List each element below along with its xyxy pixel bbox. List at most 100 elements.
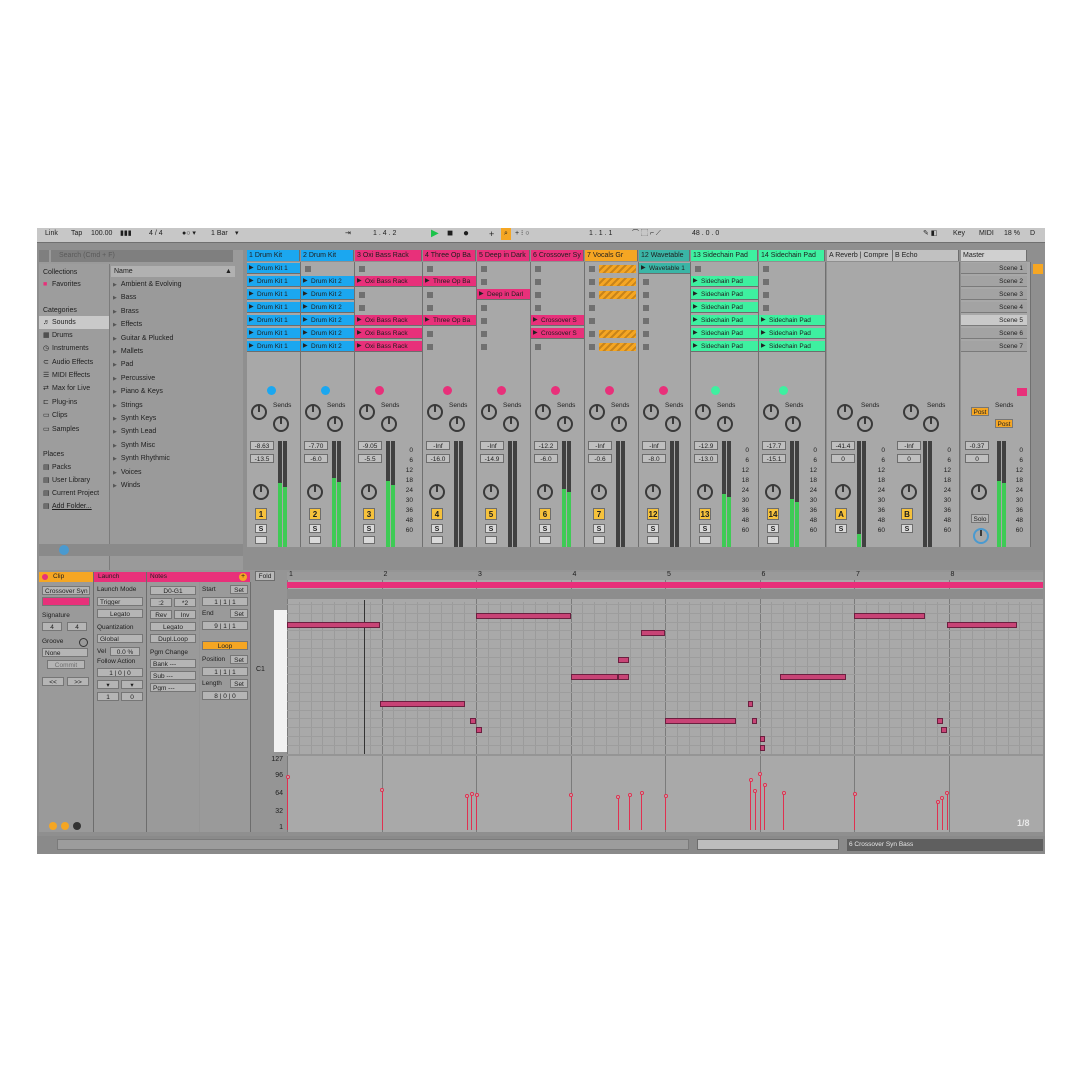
- loop-start-field[interactable]: 1 . 1 . 1: [589, 228, 612, 240]
- velocity-handle[interactable]: [781, 790, 786, 795]
- clip-stop-button[interactable]: [535, 292, 541, 298]
- halve-length-button[interactable]: :2: [150, 598, 172, 607]
- clip-slot[interactable]: Drum Kit 1: [247, 263, 300, 274]
- velocity-handle[interactable]: [474, 792, 479, 797]
- clip-slot[interactable]: Sidechain Pad: [691, 302, 758, 313]
- group-clip-slot[interactable]: [599, 278, 636, 286]
- track-activator-button[interactable]: 6: [539, 508, 551, 520]
- metronome-icon[interactable]: ▮▮▮: [120, 228, 132, 240]
- pan-field[interactable]: -0.6: [588, 454, 612, 463]
- solo-button[interactable]: S: [647, 524, 659, 533]
- clip-slot[interactable]: Drum Kit 1: [247, 276, 300, 287]
- browser-name-header[interactable]: Name ▲: [111, 266, 235, 277]
- velocity-handle[interactable]: [945, 790, 950, 795]
- clip-slot[interactable]: Drum Kit 2: [301, 341, 354, 352]
- velocity-handle[interactable]: [940, 796, 945, 801]
- launch-mode-chooser[interactable]: Trigger: [97, 597, 143, 606]
- favorites-item[interactable]: ■ Favorites: [43, 278, 81, 291]
- midi-note[interactable]: [476, 727, 482, 734]
- return-pan-field[interactable]: 0: [831, 454, 855, 463]
- track-activator-button[interactable]: 14: [767, 508, 779, 520]
- nudge-back-button[interactable]: <<: [42, 677, 64, 686]
- clip-stop-button[interactable]: [589, 305, 595, 311]
- length-field[interactable]: 8 | 0 | 0: [202, 691, 248, 700]
- clip-stop-button[interactable]: [643, 318, 649, 324]
- follow-action-b[interactable]: ▾: [121, 680, 143, 689]
- clip-slot[interactable]: Drum Kit 2: [301, 328, 354, 339]
- automation-arm-icon[interactable]: ⌕: [501, 228, 511, 240]
- track-header[interactable]: 3 Oxi Bass Rack: [355, 250, 422, 261]
- pan-knob[interactable]: [537, 484, 553, 500]
- clip-slot[interactable]: Sidechain Pad: [691, 315, 758, 326]
- velocity-handle[interactable]: [753, 789, 758, 794]
- clip-name-field[interactable]: Crossover Syn: [42, 586, 90, 595]
- velocity-stem[interactable]: [665, 795, 666, 830]
- velocity-stem[interactable]: [629, 794, 631, 830]
- return-send-b-knob[interactable]: [857, 416, 873, 432]
- track-activator-button[interactable]: 13: [699, 508, 711, 520]
- send-b-knob[interactable]: [557, 416, 573, 432]
- pan-field[interactable]: -13.5: [250, 454, 274, 463]
- track-header[interactable]: 14 Sidechain Pad: [759, 250, 825, 261]
- loop-length-field[interactable]: 48 . 0 . 0: [692, 228, 719, 240]
- timeline-ruler[interactable]: [287, 572, 1043, 580]
- track-activator-icon[interactable]: [375, 386, 384, 395]
- selected-device-label[interactable]: 6 Crossover Syn Bass: [847, 839, 1043, 851]
- pencil-icon[interactable]: ✎ ◧: [923, 228, 937, 240]
- master-pan-knob[interactable]: [973, 528, 989, 544]
- record-button[interactable]: ●: [463, 228, 469, 240]
- send-b-knob[interactable]: [273, 416, 289, 432]
- browser-item[interactable]: Synth Lead: [113, 425, 156, 438]
- arm-button[interactable]: [431, 536, 443, 544]
- volume-field[interactable]: -Inf: [480, 441, 504, 450]
- browser-item[interactable]: Mallets: [113, 345, 143, 358]
- velocity-stem[interactable]: [783, 792, 785, 830]
- clip-stop-button[interactable]: [589, 292, 595, 298]
- clip-stop-button[interactable]: [481, 305, 487, 311]
- clip-slot[interactable]: Sidechain Pad: [691, 276, 758, 287]
- scene-launch-button[interactable]: Scene 3: [961, 289, 1027, 300]
- sub-bank-field[interactable]: Sub ---: [150, 671, 196, 680]
- pan-field[interactable]: -6.0: [304, 454, 328, 463]
- program-field[interactable]: Pgm ---: [150, 683, 196, 692]
- return-pan-field[interactable]: 0: [897, 454, 921, 463]
- clip-slot[interactable]: Deep in Darl: [477, 289, 530, 300]
- velocity-handle[interactable]: [663, 793, 668, 798]
- track-header[interactable]: 5 Deep in Dark: [477, 250, 530, 261]
- track-header[interactable]: 1 Drum Kit: [247, 250, 300, 261]
- quantize-chevron-icon[interactable]: ▾: [235, 228, 239, 240]
- place-current-project[interactable]: ▤ Current Project: [43, 487, 99, 500]
- track-activator-button[interactable]: 12: [647, 508, 659, 520]
- arrangement-overview[interactable]: [697, 839, 839, 850]
- velocity-stem[interactable]: [946, 792, 948, 830]
- return-solo-button[interactable]: S: [835, 524, 847, 533]
- clip-stop-button[interactable]: [643, 305, 649, 311]
- browser-item[interactable]: Synth Misc: [113, 439, 155, 452]
- browser-item[interactable]: Voices: [113, 466, 142, 479]
- track-activator-icon[interactable]: [659, 386, 668, 395]
- solo-button[interactable]: S: [485, 524, 497, 533]
- send-b-knob[interactable]: [611, 416, 627, 432]
- return-track-header[interactable]: B Echo: [893, 250, 959, 261]
- clip-stop-button[interactable]: [427, 266, 433, 272]
- groove-chooser[interactable]: None: [42, 648, 88, 657]
- scene-launch-button[interactable]: Scene 1: [961, 263, 1027, 274]
- category-clips[interactable]: ▭ Clips: [43, 409, 68, 422]
- clip-stop-button[interactable]: [427, 305, 433, 311]
- pan-field[interactable]: -6.0: [534, 454, 558, 463]
- velocity-stem[interactable]: [287, 777, 288, 830]
- end-field[interactable]: 9 | 1 | 1: [202, 621, 248, 630]
- browser-item[interactable]: Piano & Keys: [113, 385, 163, 398]
- category-sounds[interactable]: ♬ Sounds: [39, 316, 109, 329]
- browser-item[interactable]: Synth Keys: [113, 412, 156, 425]
- midi-note[interactable]: [751, 718, 757, 725]
- volume-field[interactable]: -12.2: [534, 441, 558, 450]
- midi-note[interactable]: [665, 718, 736, 725]
- clip-slot[interactable]: Drum Kit 2: [301, 289, 354, 300]
- send-a-knob[interactable]: [643, 404, 659, 420]
- clip-slot[interactable]: Wavetable 1: [639, 263, 690, 274]
- clip-stop-button[interactable]: [481, 266, 487, 272]
- velocity-field[interactable]: 0.0 %: [110, 647, 140, 656]
- velocity-handle[interactable]: [758, 771, 762, 776]
- link-button[interactable]: Link: [45, 228, 58, 240]
